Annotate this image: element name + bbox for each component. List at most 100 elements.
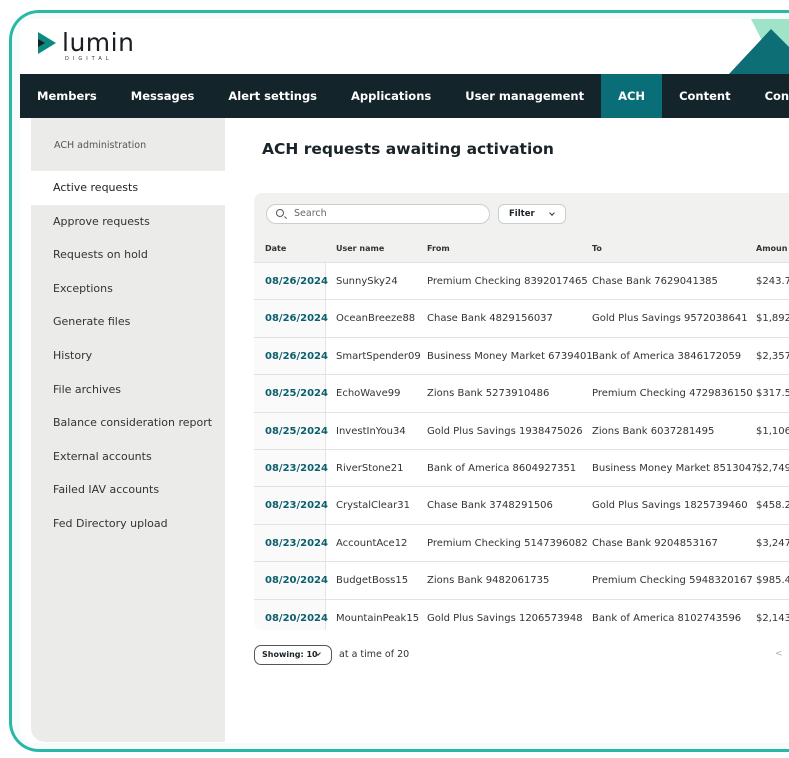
username-cell: BudgetBoss15 — [336, 575, 409, 587]
date-cell[interactable]: 08/23/2024 — [265, 450, 328, 487]
table-header: Date User name From To Amoun — [254, 235, 789, 262]
sidebar-item-active-requests[interactable]: Active requests — [31, 171, 225, 205]
nav-item-user-management[interactable]: User management — [448, 74, 601, 118]
from-cell: Gold Plus Savings 1206573948 — [427, 612, 583, 624]
sidebar-item-fed-directory-upload[interactable]: Fed Directory upload — [31, 507, 225, 541]
table-row[interactable]: 08/25/2024 EchoWave99 Zions Bank 527391048… — [254, 374, 789, 413]
app-window: lumin DIGITAL Members Messages Alert setti… — [20, 19, 789, 743]
username-cell: InvestInYou34 — [336, 425, 406, 437]
chevron-left-icon[interactable]: < — [775, 649, 783, 659]
table-row[interactable]: 08/26/2024 SmartSpender09 Business Money M… — [254, 336, 789, 376]
nav-item-applications[interactable]: Applications — [334, 74, 448, 118]
date-cell[interactable]: 08/26/2024 — [265, 338, 328, 375]
search-input[interactable]: Search — [266, 204, 490, 224]
sidebar-header: ACH administration — [54, 140, 147, 151]
logo-subtitle: DIGITAL — [65, 56, 113, 62]
table-body: 08/26/2024 SunnySky24 Premium Checking 839… — [254, 262, 789, 630]
table-footer: Showing: 10 at a time of 20 < — [254, 645, 789, 667]
date-cell[interactable]: 08/26/2024 — [265, 263, 328, 300]
username-cell: SunnySky24 — [336, 276, 398, 287]
sidebar-item-file-archives[interactable]: File archives — [31, 373, 225, 407]
sidebar-item-history[interactable]: History — [31, 339, 225, 373]
username-cell: EchoWave99 — [336, 388, 401, 400]
table-row[interactable]: 08/23/2024 AccountAce12 Premium Checking 5… — [254, 523, 789, 563]
sidebar-item-external-accounts[interactable]: External accounts — [31, 440, 225, 474]
page-title: ACH requests awaiting activation — [262, 140, 554, 158]
sidebar-item-requests-on-hold[interactable]: Requests on hold — [31, 238, 225, 272]
amount-cell: $3,247 — [756, 537, 789, 549]
date-cell[interactable]: 08/23/2024 — [265, 525, 328, 562]
table-row[interactable]: 08/25/2024 InvestInYou34 Gold Plus Savings… — [254, 411, 789, 450]
amount-cell: $317.5 — [756, 388, 789, 400]
filter-button[interactable]: Filter — [498, 204, 566, 224]
from-cell: Gold Plus Savings 1938475026 — [427, 425, 583, 437]
amount-cell: $2,749 — [756, 462, 789, 474]
sidebar-item-balance-consideration-report[interactable]: Balance consideration report — [31, 406, 225, 440]
chevron-down-icon — [549, 210, 555, 216]
from-cell: Zions Bank 5273910486 — [427, 388, 550, 400]
main-content: ACH requests awaiting activation Search … — [225, 118, 789, 743]
from-cell: Chase Bank 4829156037 — [427, 313, 553, 325]
amount-cell: $2,357 — [756, 350, 789, 362]
lumin-logo[interactable]: lumin DIGITAL — [38, 30, 134, 62]
amount-cell: $2,143 — [756, 612, 789, 624]
search-icon — [276, 209, 284, 217]
nav-item-members[interactable]: Members — [20, 74, 114, 118]
amount-cell: $1,892 — [756, 313, 789, 325]
date-cell[interactable]: 08/25/2024 — [265, 413, 328, 450]
page-size-label: Showing: 10 — [262, 650, 318, 659]
date-cell[interactable]: 08/25/2024 — [265, 375, 328, 412]
nav-item-ach[interactable]: ACH — [601, 74, 663, 118]
date-cell[interactable]: 08/23/2024 — [265, 487, 328, 524]
from-cell: Chase Bank 3748291506 — [427, 500, 553, 512]
username-cell: RiverStone21 — [336, 462, 404, 474]
table-row[interactable]: 08/26/2024 OceanBreeze88 Chase Bank 482915… — [254, 299, 789, 338]
sidebar-item-failed-iav-accounts[interactable]: Failed IAV accounts — [31, 473, 225, 507]
to-cell: Bank of America 8102743596 — [592, 612, 742, 624]
to-cell: Chase Bank 7629041385 — [592, 276, 718, 287]
table-row[interactable]: 08/23/2024 CrystalClear31 Chase Bank 37482… — [254, 486, 789, 525]
page-size-select[interactable]: Showing: 10 — [254, 645, 332, 665]
amount-cell: $985.4 — [756, 575, 789, 587]
nav-item-messages[interactable]: Messages — [114, 74, 212, 118]
logo-mark-icon — [38, 32, 56, 54]
from-cell: Bank of America 8604927351 — [427, 462, 577, 474]
column-header-from[interactable]: From — [427, 244, 450, 253]
top-bar: lumin DIGITAL — [20, 19, 789, 74]
date-cell[interactable]: 08/20/2024 — [265, 562, 328, 599]
table-row[interactable]: 08/20/2024 MountainPeak15 Gold Plus Saving… — [254, 598, 789, 630]
date-cell[interactable]: 08/26/2024 — [265, 300, 328, 337]
from-cell: Premium Checking 8392017465 — [427, 276, 588, 287]
column-header-to[interactable]: To — [592, 244, 602, 253]
nav-item-content[interactable]: Content — [662, 74, 748, 118]
date-cell[interactable]: 08/20/2024 — [265, 600, 328, 630]
filter-label: Filter — [509, 209, 535, 219]
logo-text: lumin DIGITAL — [62, 30, 134, 62]
table-row[interactable]: 08/26/2024 SunnySky24 Premium Checking 839… — [254, 262, 789, 301]
sidebar: ACH administration Active requests Approv… — [31, 118, 225, 742]
table-row[interactable]: 08/20/2024 BudgetBoss15 Zions Bank 9482061… — [254, 561, 789, 600]
main-nav: Members Messages Alert settings Application… — [20, 74, 789, 118]
username-cell: MountainPeak15 — [336, 612, 420, 624]
to-cell: Chase Bank 9204853167 — [592, 537, 718, 549]
sidebar-item-approve-requests[interactable]: Approve requests — [31, 205, 225, 239]
search-placeholder: Search — [294, 208, 327, 219]
table-row[interactable]: 08/23/2024 RiverStone21 Bank of America 86… — [254, 448, 789, 488]
username-cell: AccountAce12 — [336, 537, 408, 549]
amount-cell: $1,106 — [756, 425, 789, 437]
nav-item-configuration[interactable]: Configuration — [748, 74, 789, 118]
to-cell: Premium Checking 4729836150 — [592, 388, 753, 400]
to-cell: Business Money Market 8513047269 — [592, 462, 756, 474]
column-header-date[interactable]: Date — [265, 244, 286, 253]
column-header-amoun[interactable]: Amoun — [756, 244, 787, 253]
amount-cell: $243.7 — [756, 276, 789, 287]
to-cell: Zions Bank 6037281495 — [592, 425, 715, 437]
requests-table-card: Search Filter Date User name From To Amoun 0… — [254, 193, 789, 630]
sidebar-item-generate-files[interactable]: Generate files — [31, 305, 225, 339]
nav-item-alert-settings[interactable]: Alert settings — [211, 74, 334, 118]
column-header-user-name[interactable]: User name — [336, 244, 384, 253]
to-cell: Gold Plus Savings 9572038641 — [592, 313, 748, 325]
to-cell: Premium Checking 5948320167 — [592, 575, 753, 587]
sidebar-item-exceptions[interactable]: Exceptions — [31, 272, 225, 306]
from-cell: Zions Bank 9482061735 — [427, 575, 550, 587]
